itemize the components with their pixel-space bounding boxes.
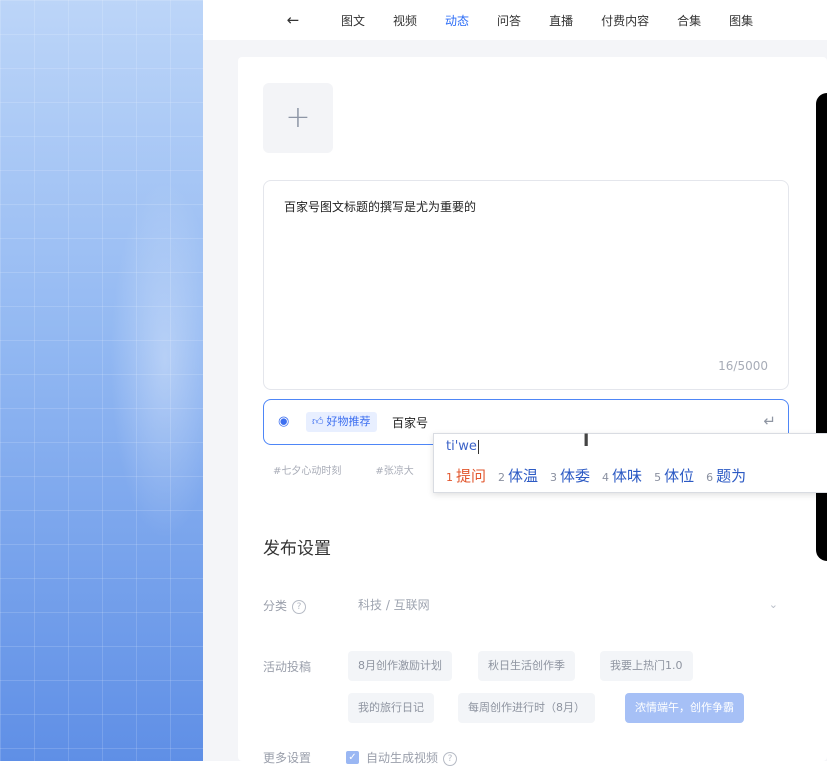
plus-icon: + — [285, 100, 311, 135]
ime-candidate-window: ti'we 1 提问 2 体温 3 体委 4 体味 5 体位 6 题为 — [433, 433, 827, 493]
hashtag-item[interactable]: #张凉大 — [375, 462, 413, 477]
enter-icon[interactable]: ↵ — [763, 412, 776, 430]
hashtag-suggestions: #七夕心动时刻 #张凉大 — [273, 462, 448, 477]
category-select[interactable]: 科技 / 互联网 ⌄ — [348, 590, 788, 620]
activity-option[interactable]: 我的旅行日记 — [348, 693, 434, 723]
compose-panel: + 百家号图文标题的撰写是尤为重要的 16/5000 ◉ 👍︎ 好物推荐 百家号… — [238, 57, 827, 766]
activity-option-selected[interactable]: 浓情端午，创作争霸 — [625, 693, 744, 723]
ime-pinyin: ti'we — [446, 439, 479, 454]
text-caret — [477, 439, 479, 454]
ime-candidate[interactable]: 5 体位 — [654, 465, 694, 486]
ime-candidate[interactable]: 1 提问 — [446, 465, 486, 486]
background-glow — [110, 180, 203, 540]
category-value: 科技 / 互联网 — [358, 598, 430, 612]
hashtag-item[interactable]: #七夕心动时刻 — [273, 462, 341, 477]
activity-option[interactable]: 秋日生活创作季 — [478, 651, 575, 681]
activity-option[interactable]: 8月创作激励计划 — [348, 651, 452, 681]
top-nav: ← 图文 视频 动态 问答 直播 付费内容 合集 图集 — [203, 0, 827, 40]
thumb-up-icon: 👍︎ — [312, 415, 324, 428]
category-label: 分类? — [263, 597, 307, 614]
char-counter: 16/5000 — [718, 359, 768, 373]
tab-graphic[interactable]: 图文 — [341, 12, 365, 29]
ime-candidate[interactable]: 2 体温 — [498, 465, 538, 486]
tab-qa[interactable]: 问答 — [497, 12, 521, 29]
tab-dynamic[interactable]: 动态 — [445, 12, 469, 29]
content-text: 百家号图文标题的撰写是尤为重要的 — [284, 200, 477, 214]
activity-label: 活动投稿 — [263, 660, 312, 674]
auto-video-checkbox[interactable]: ✓ — [346, 751, 359, 764]
auto-video-label: 自动生成视频? — [366, 749, 458, 766]
activity-option[interactable]: 我要上热门1.0 — [600, 651, 693, 681]
ime-candidates: 1 提问 2 体温 3 体委 4 体味 5 体位 6 题为 — [446, 465, 758, 486]
background-left — [0, 0, 203, 761]
activity-option[interactable]: 每周创作进行时（8月） — [458, 693, 595, 723]
arrow-left-icon[interactable]: ← — [283, 11, 303, 29]
more-settings-label: 更多设置 — [263, 751, 312, 765]
tab-collection[interactable]: 合集 — [677, 12, 701, 29]
help-icon[interactable]: ? — [292, 599, 307, 614]
ime-candidate[interactable]: 4 体味 — [602, 465, 642, 486]
help-icon[interactable]: ? — [443, 751, 458, 766]
chevron-down-icon: ⌄ — [768, 598, 778, 611]
ime-candidate[interactable]: 3 体委 — [550, 465, 590, 486]
tab-album[interactable]: 图集 — [729, 12, 753, 29]
content-textarea[interactable]: 百家号图文标题的撰写是尤为重要的 16/5000 — [263, 180, 789, 390]
content-type-tabs: 图文 视频 动态 问答 直播 付费内容 合集 图集 — [341, 0, 781, 40]
upload-image-button[interactable]: + — [263, 83, 333, 153]
tab-live[interactable]: 直播 — [549, 12, 573, 29]
tab-paid[interactable]: 付费内容 — [601, 12, 649, 29]
publish-settings-title: 发布设置 — [263, 539, 331, 559]
good-recommend-label: 好物推荐 — [326, 415, 371, 428]
good-recommend-tag[interactable]: 👍︎ 好物推荐 — [306, 412, 377, 432]
editor-page: ← 图文 视频 动态 问答 直播 付费内容 合集 图集 + 百家号图文标题的撰写… — [203, 0, 827, 766]
tab-video[interactable]: 视频 — [393, 12, 417, 29]
ime-candidate[interactable]: 6 题为 — [706, 465, 746, 486]
text-cursor-icon: I — [583, 431, 590, 451]
face-icon[interactable]: ◉ — [278, 415, 292, 429]
topic-typed-text: 百家号 — [392, 416, 429, 430]
